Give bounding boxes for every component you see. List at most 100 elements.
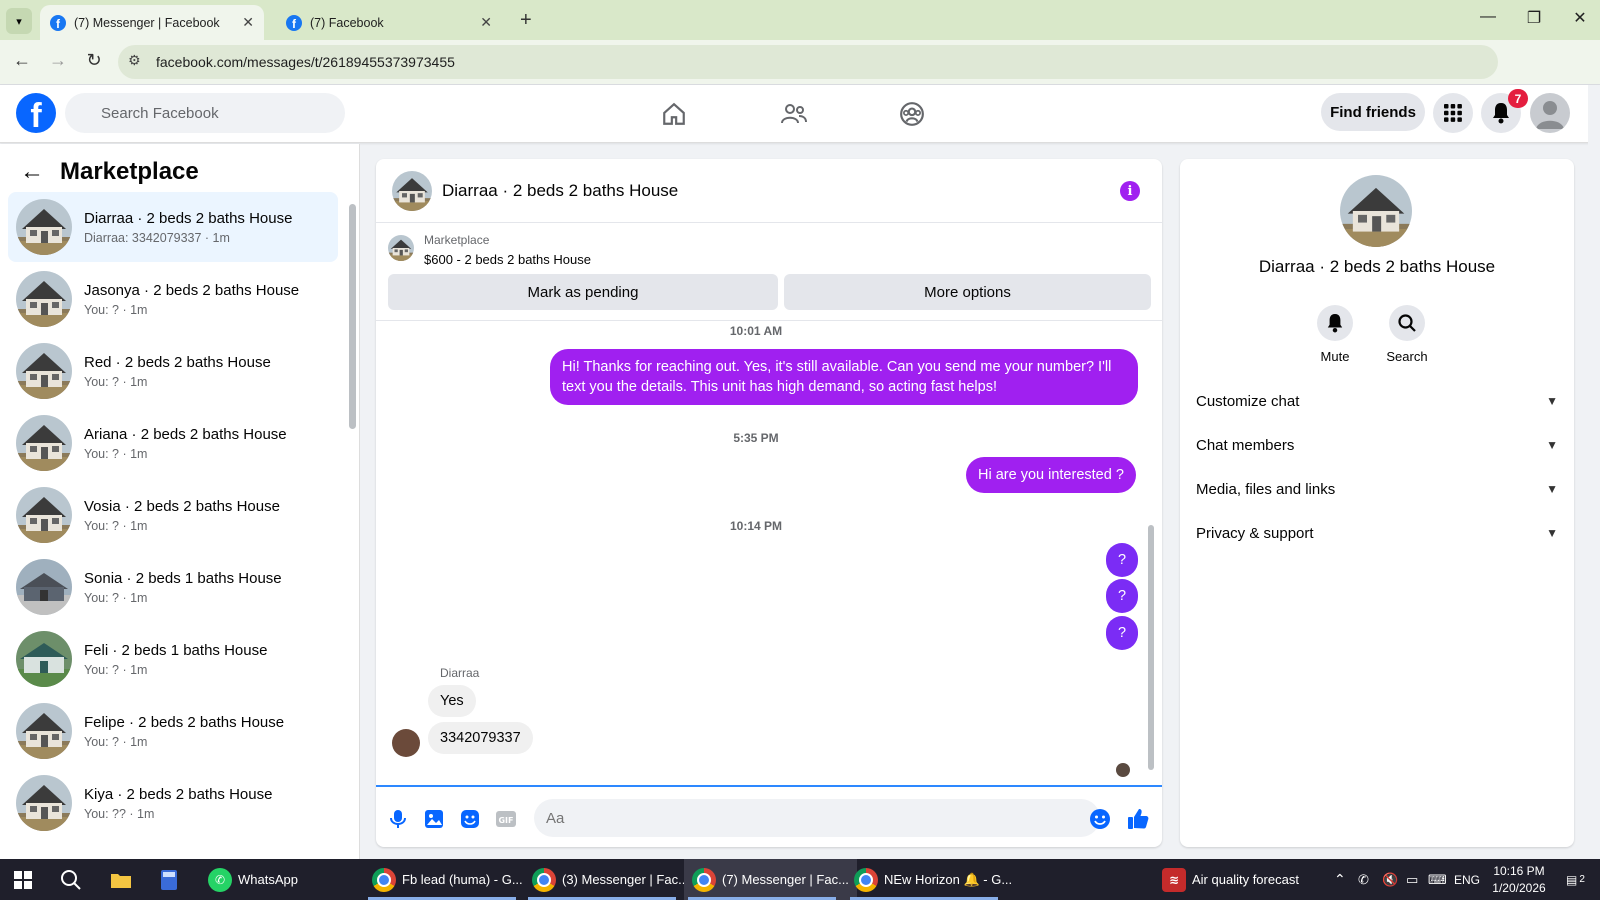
- restore-icon[interactable]: ❐: [1514, 8, 1554, 28]
- address-bar-row: ← → ↻ facebook.com/messages/t/2618945537…: [0, 40, 1600, 110]
- chat-listing-thumbnail[interactable]: [392, 171, 432, 211]
- conversation-info-icon[interactable]: i: [1120, 181, 1140, 201]
- chevron-down-icon: ▼: [1546, 526, 1558, 540]
- search-icon[interactable]: [1389, 305, 1425, 341]
- taskbar-search-icon[interactable]: [60, 859, 82, 900]
- conversation-item[interactable]: Kiya · 2 beds 2 baths House You: ?? · 1m: [8, 768, 338, 838]
- close-tab-icon[interactable]: ✕: [242, 14, 254, 31]
- browser-tab-facebook[interactable]: f (7) Facebook ✕: [276, 5, 502, 40]
- reload-icon[interactable]: ↻: [82, 50, 106, 71]
- browser-tab-messenger[interactable]: f (7) Messenger | Facebook ✕: [40, 5, 264, 40]
- battery-icon[interactable]: ▭: [1406, 859, 1418, 900]
- language-indicator[interactable]: ENG: [1454, 859, 1480, 900]
- media-files-links-section[interactable]: Media, files and links ▼: [1196, 469, 1558, 509]
- incoming-message[interactable]: Yes: [428, 685, 476, 717]
- gif-icon[interactable]: GIF: [494, 807, 518, 831]
- friends-icon[interactable]: [778, 98, 810, 130]
- taskbar-app-whatsapp[interactable]: ✆ WhatsApp: [200, 859, 298, 900]
- whatsapp-tray-icon[interactable]: ✆: [1358, 859, 1369, 900]
- sender-name: Diarraa: [440, 666, 480, 680]
- minimize-icon[interactable]: —: [1468, 8, 1508, 26]
- sticker-icon[interactable]: [458, 807, 482, 831]
- notification-center-icon[interactable]: ▤ 2: [1566, 859, 1585, 900]
- listing-small-thumbnail: [388, 235, 414, 261]
- emoji-icon[interactable]: [1088, 807, 1112, 831]
- show-hidden-icons-chevron[interactable]: ⌃: [1334, 859, 1346, 900]
- message-input[interactable]: [534, 799, 1100, 837]
- privacy-support-section[interactable]: Privacy & support ▼: [1196, 513, 1558, 553]
- facebook-search-input[interactable]: Search Facebook: [65, 93, 345, 133]
- tab-search-chevron-icon[interactable]: ▾: [6, 8, 32, 34]
- mute-action[interactable]: Mute: [1300, 305, 1370, 364]
- weather-widget[interactable]: ≋ Air quality forecast: [1162, 859, 1299, 900]
- network-icon[interactable]: ⌨: [1428, 859, 1447, 900]
- browser-tab-bar: ▾ f (7) Messenger | Facebook ✕ f (7) Fac…: [0, 0, 1600, 40]
- back-arrow-icon[interactable]: ←: [20, 158, 44, 186]
- listing-thumbnail: [16, 343, 72, 399]
- close-tab-icon[interactable]: ✕: [480, 14, 492, 31]
- like-thumbs-up-icon[interactable]: [1126, 807, 1150, 831]
- taskbar-app-chrome-messenger-3[interactable]: (3) Messenger | Fac...: [524, 859, 689, 900]
- conversation-item[interactable]: Feli · 2 beds 1 baths House You: ? · 1m: [8, 624, 338, 694]
- find-friends-button[interactable]: Find friends: [1321, 93, 1425, 131]
- back-icon[interactable]: ←: [10, 50, 34, 71]
- conversation-item[interactable]: Ariana · 2 beds 2 baths House You: ? · 1m: [8, 408, 338, 478]
- outgoing-message[interactable]: ?: [1106, 543, 1138, 577]
- listing-price-title[interactable]: $600 - 2 beds 2 baths House: [424, 252, 591, 267]
- url-field[interactable]: facebook.com/messages/t/2618945537397345…: [118, 45, 1498, 79]
- chat-header: Diarraa · 2 beds 2 baths House i: [376, 159, 1162, 223]
- facebook-header: f Search Facebook Find friends 7: [0, 85, 1600, 143]
- sidebar-scrollbar[interactable]: [349, 204, 356, 429]
- search-action[interactable]: Search: [1372, 305, 1442, 364]
- taskbar-app-chrome-new-horizon[interactable]: NEw Horizon 🔔 - G...: [846, 859, 1012, 900]
- windows-taskbar: ✆ WhatsApp Fb lead (huma) - G... (3) Mes…: [0, 859, 1600, 900]
- message-timestamp: 10:01 AM: [729, 324, 783, 338]
- more-options-button[interactable]: More options: [784, 274, 1151, 310]
- file-explorer-icon[interactable]: [110, 859, 132, 900]
- message-scrollbar[interactable]: [1148, 525, 1154, 770]
- conversation-item[interactable]: Felipe · 2 beds 2 baths House You: ? · 1m: [8, 696, 338, 766]
- site-settings-icon[interactable]: ⚙: [128, 52, 141, 69]
- facebook-logo-icon[interactable]: f: [16, 93, 56, 133]
- forward-icon[interactable]: →: [46, 50, 70, 71]
- info-conversation-name: Diarraa · 2 beds 2 baths House: [1258, 257, 1496, 276]
- account-avatar[interactable]: [1530, 93, 1570, 133]
- taskbar-clock[interactable]: 10:16 PM 1/20/2026: [1478, 863, 1560, 897]
- taskbar-app-chrome-messenger-7[interactable]: (7) Messenger | Fac...: [684, 859, 857, 900]
- conversation-item[interactable]: Sonia · 2 beds 1 baths House You: ? · 1m: [8, 552, 338, 622]
- incoming-message[interactable]: 3342079337: [428, 722, 533, 754]
- outgoing-message[interactable]: ?: [1106, 579, 1138, 613]
- window-close-icon[interactable]: ✕: [1560, 8, 1600, 28]
- outgoing-message[interactable]: ?: [1106, 616, 1138, 650]
- sender-avatar[interactable]: [392, 729, 420, 757]
- notification-count-badge: 7: [1508, 89, 1528, 108]
- photo-icon[interactable]: [422, 807, 446, 831]
- sidebar-header: ← Marketplace: [20, 158, 199, 186]
- whatsapp-icon: ✆: [208, 867, 232, 892]
- menu-grid-icon[interactable]: [1433, 93, 1473, 133]
- chat-members-section[interactable]: Chat members ▼: [1196, 425, 1558, 465]
- bell-icon[interactable]: [1317, 305, 1353, 341]
- conversation-item[interactable]: Vosia · 2 beds 2 baths House You: ? · 1m: [8, 480, 338, 550]
- new-tab-icon[interactable]: +: [520, 9, 532, 32]
- chrome-icon: [692, 867, 716, 892]
- mark-as-pending-button[interactable]: Mark as pending: [388, 274, 778, 310]
- outgoing-message[interactable]: Hi are you interested ?: [966, 457, 1136, 493]
- outgoing-message[interactable]: Hi! Thanks for reaching out. Yes, it's s…: [550, 349, 1138, 405]
- conversation-item[interactable]: Red · 2 beds 2 baths House You: ? · 1m: [8, 336, 338, 406]
- calculator-icon[interactable]: [160, 859, 178, 900]
- page-scrollbar[interactable]: [1588, 85, 1600, 859]
- conversation-sidebar: ← Marketplace Diarraa · 2 beds 2 baths H…: [0, 144, 360, 859]
- taskbar-app-chrome-fb-lead[interactable]: Fb lead (huma) - G...: [364, 859, 523, 900]
- groups-icon[interactable]: [896, 98, 928, 130]
- facebook-favicon-icon: f: [50, 14, 66, 31]
- customize-chat-section[interactable]: Customize chat ▼: [1196, 381, 1558, 421]
- windows-start-icon[interactable]: [14, 859, 32, 900]
- conversation-item[interactable]: Diarraa · 2 beds 2 baths House Diarraa: 3…: [8, 192, 338, 262]
- info-listing-avatar[interactable]: [1340, 175, 1412, 247]
- home-icon[interactable]: [658, 98, 690, 130]
- microphone-icon[interactable]: [386, 807, 410, 831]
- volume-muted-icon[interactable]: 🔇: [1382, 859, 1398, 900]
- conversation-item[interactable]: Jasonya · 2 beds 2 baths House You: ? · 1…: [8, 264, 338, 334]
- chat-title[interactable]: Diarraa · 2 beds 2 baths House: [442, 181, 678, 201]
